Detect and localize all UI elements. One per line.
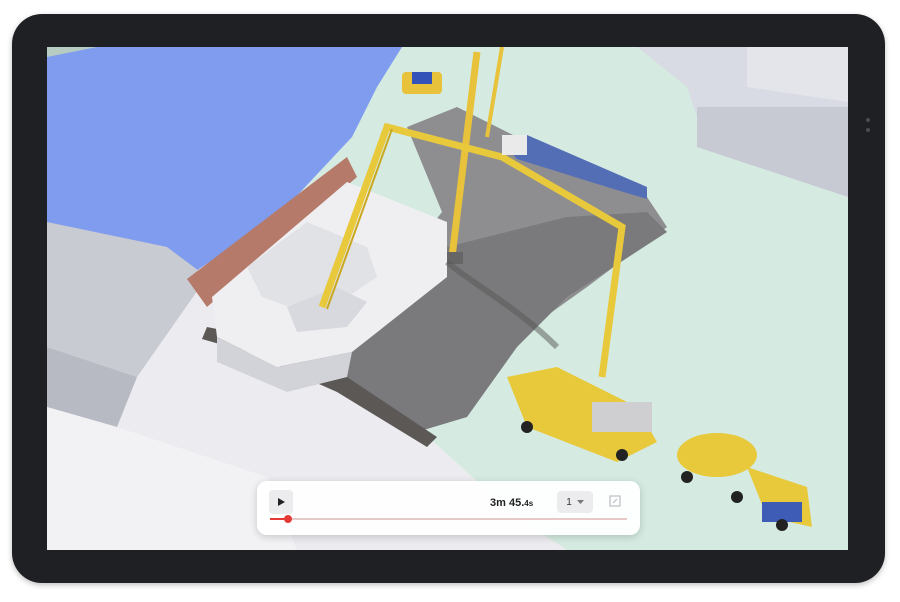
time-fraction: 4s [524, 499, 534, 508]
chevron-down-icon [576, 499, 584, 504]
camera-sensor-icon [866, 118, 870, 122]
mixer-truck [677, 433, 757, 477]
camera-sensor-icon [866, 128, 870, 132]
fullscreen-button[interactable] [607, 493, 623, 509]
elapsed-time: 3m 45.4s [490, 497, 533, 509]
progress-handle[interactable] [283, 515, 292, 523]
construction-scene [47, 47, 848, 550]
speed-select[interactable]: 1 [557, 491, 593, 513]
play-icon [278, 498, 285, 506]
speed-value: 1 [566, 496, 572, 508]
play-button[interactable] [269, 490, 293, 514]
expand-icon [609, 495, 621, 507]
time-main: 3m 45. [490, 497, 525, 509]
progress-track[interactable] [270, 515, 627, 523]
3d-viewport[interactable] [47, 47, 848, 550]
